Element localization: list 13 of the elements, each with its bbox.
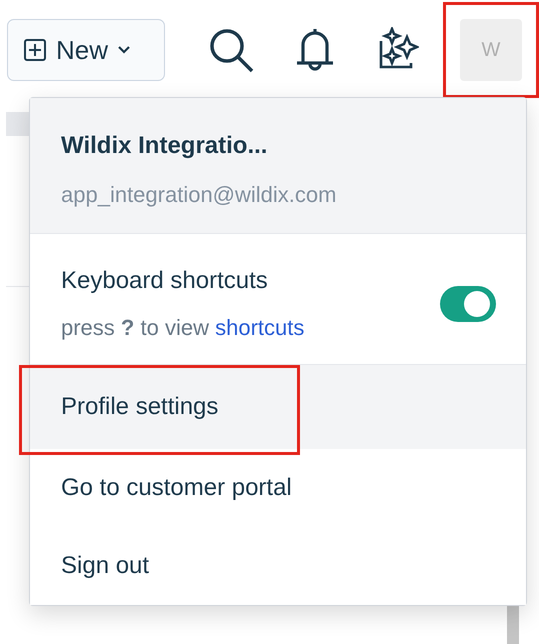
shortcuts-link[interactable]: shortcuts [215,315,304,340]
bell-icon[interactable] [295,27,335,73]
shortcuts-label: Keyboard shortcuts [61,266,269,296]
plus-square-icon [24,39,46,61]
new-button[interactable]: New [7,19,165,81]
account-name: Wildix Integratio... [61,131,268,161]
shortcuts-toggle[interactable] [440,286,496,322]
menu-item[interactable]: Profile settings [30,365,526,449]
menu-item[interactable]: Sign out [30,527,526,605]
chevron-down-icon [118,46,130,54]
menu-item[interactable]: Go to customer portal [30,449,526,527]
shortcuts-hint: press ? to view shortcuts [61,314,306,342]
account-email: app_integration@wildix.com [61,181,338,209]
